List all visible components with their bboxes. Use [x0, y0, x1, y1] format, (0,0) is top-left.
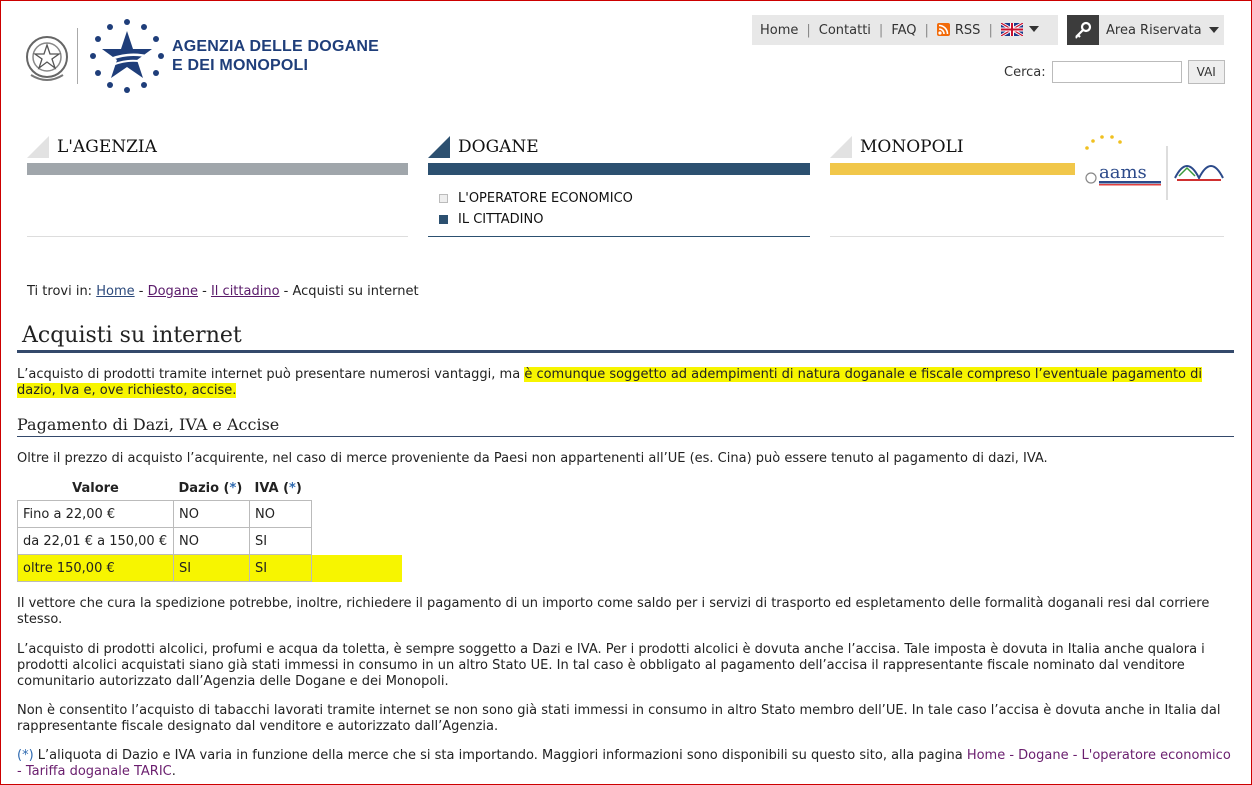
section-heading: Pagamento di Dazi, IVA e Accise — [17, 415, 1234, 437]
uk-flag-icon — [1000, 22, 1023, 36]
paragraph-vettore: Il vettore che cura la spedizione potreb… — [17, 596, 1210, 627]
agency-name-line2: E DEI MONOPOLI — [172, 57, 309, 74]
section-dogane[interactable]: DOGANE — [428, 133, 810, 175]
breadcrumb: Ti trovi in: Home - Dogane - Il cittadin… — [27, 284, 419, 299]
paragraph-tabacchi: Non è consentito l’acquisto di tabacchi … — [17, 703, 1221, 734]
section-agenzia-bar — [27, 163, 408, 175]
breadcrumb-dogane-link[interactable]: Dogane — [148, 284, 198, 299]
intro-text: L’acquisto di prodotti tramite internet … — [17, 367, 525, 382]
section-intro: Oltre il prezzo di acquisto l’acquirente… — [17, 451, 1048, 466]
section-monopoli-bar — [830, 163, 1075, 175]
area-riservata-button[interactable]: Area Riservata — [1067, 15, 1224, 45]
footnote-asterisk: (*) — [17, 748, 34, 763]
italian-emblem-icon — [26, 36, 68, 81]
intro-paragraph: L’acquisto di prodotti tramite internet … — [17, 367, 1234, 399]
eu-star-logo-icon — [90, 19, 164, 93]
table-cell: NO — [173, 500, 250, 528]
table-cell: SI — [249, 527, 312, 555]
header-iva-label: IVA — [254, 481, 279, 496]
section-dogane-bar — [428, 163, 810, 175]
chevron-down-icon — [1028, 25, 1039, 32]
asterisk-link[interactable]: * — [230, 481, 237, 496]
table-header-valore: Valore — [72, 481, 119, 496]
search-input[interactable] — [1051, 61, 1182, 83]
section-monopoli-title: MONOPOLI — [860, 137, 964, 157]
table-cell: NO — [249, 500, 312, 528]
table-row: da 22,01 € a 150,00 € NO SI — [17, 527, 403, 555]
paragraph-alcolici: L’acquisto di prodotti alcolici, profumi… — [17, 642, 1205, 689]
submenu-cittadino-label: IL CITTADINO — [458, 212, 544, 227]
intro-highlight-1: è comunque soggetto ad adempimenti di na… — [524, 367, 1203, 382]
faq-link[interactable]: FAQ — [891, 23, 916, 38]
footnote: (*) L’aliquota di Dazio e IVA varia in f… — [17, 748, 1231, 779]
rss-link[interactable]: RSS — [936, 22, 981, 38]
language-selector[interactable] — [1000, 22, 1039, 38]
corner-triangle-icon — [830, 136, 852, 158]
table-header-iva: IVA (*) — [254, 481, 302, 496]
corner-triangle-icon — [27, 136, 49, 158]
top-links-bar: Home | Contatti | FAQ | RSS | — [752, 15, 1058, 45]
chevron-down-icon — [1208, 27, 1219, 33]
page-title: Acquisti su internet — [17, 323, 1234, 353]
table-cell: Fino a 22,00 € — [17, 500, 174, 528]
rss-icon — [936, 22, 950, 36]
table-cell: SI — [173, 554, 250, 582]
submenu-item-operatore[interactable]: L'OPERATORE ECONOMICO — [439, 188, 633, 209]
search-label: Cerca: — [1004, 64, 1046, 80]
corner-triangle-icon — [428, 136, 450, 158]
table-cell: NO — [173, 527, 250, 555]
submenu-item-cittadino[interactable]: IL CITTADINO — [439, 209, 633, 230]
table-row: Fino a 22,00 € NO NO — [17, 500, 403, 528]
rss-label: RSS — [954, 22, 981, 38]
key-icon — [1067, 15, 1099, 45]
section-dogane-title: DOGANE — [458, 137, 539, 157]
search-button[interactable]: VAI — [1187, 60, 1225, 84]
table-cell: SI — [249, 554, 312, 582]
agency-name-line1: AGENZIA DELLE DOGANE — [172, 38, 379, 55]
table-row-highlighted: oltre 150,00 € SI SI — [17, 554, 402, 582]
home-link[interactable]: Home — [760, 23, 798, 38]
agency-name: AGENZIA DELLE DOGANE E DEI MONOPOLI — [172, 37, 379, 75]
table-cell: oltre 150,00 € — [17, 554, 174, 582]
bullet-icon — [439, 215, 448, 224]
header-dazio-label: Dazio — [178, 481, 220, 496]
table-cell: da 22,01 € a 150,00 € — [17, 527, 174, 555]
agency-logo[interactable]: AGENZIA DELLE DOGANE E DEI MONOPOLI — [23, 17, 379, 95]
asterisk-link[interactable]: * — [289, 481, 296, 496]
section-monopoli[interactable]: MONOPOLI — [830, 133, 1075, 175]
aams-logo-icon[interactable]: aams — [1075, 134, 1225, 206]
section-agenzia-title: L'AGENZIA — [57, 137, 157, 157]
footnote-text: L’aliquota di Dazio e IVA varia in funzi… — [33, 748, 967, 763]
breadcrumb-cittadino-link[interactable]: Il cittadino — [211, 284, 280, 299]
breadcrumb-current: Acquisti su internet — [292, 284, 419, 299]
duties-table: Valore Dazio (*) IVA (*) Fino a 22,00 € … — [17, 477, 403, 582]
contatti-link[interactable]: Contatti — [819, 23, 871, 38]
search-form: Cerca: VAI — [1004, 60, 1225, 84]
main-content: Acquisti su internet L’acquisto di prodo… — [17, 323, 1234, 780]
submenu-operatore-label: L'OPERATORE ECONOMICO — [458, 191, 633, 206]
section-agenzia[interactable]: L'AGENZIA — [27, 133, 408, 175]
table-header-dazio: Dazio (*) — [178, 481, 243, 496]
bullet-icon — [439, 194, 448, 203]
table-header-row: Valore Dazio (*) IVA (*) — [18, 477, 403, 501]
breadcrumb-home-link[interactable]: Home — [96, 284, 134, 299]
breadcrumb-prefix: Ti trovi in: — [27, 284, 93, 299]
svg-text:aams: aams — [1099, 162, 1147, 183]
dogane-submenu: L'OPERATORE ECONOMICO IL CITTADINO — [439, 188, 633, 230]
area-riservata-label: Area Riservata — [1106, 22, 1202, 38]
intro-highlight-2: dazio, Iva e, ove richiesto, accise. — [17, 383, 237, 398]
